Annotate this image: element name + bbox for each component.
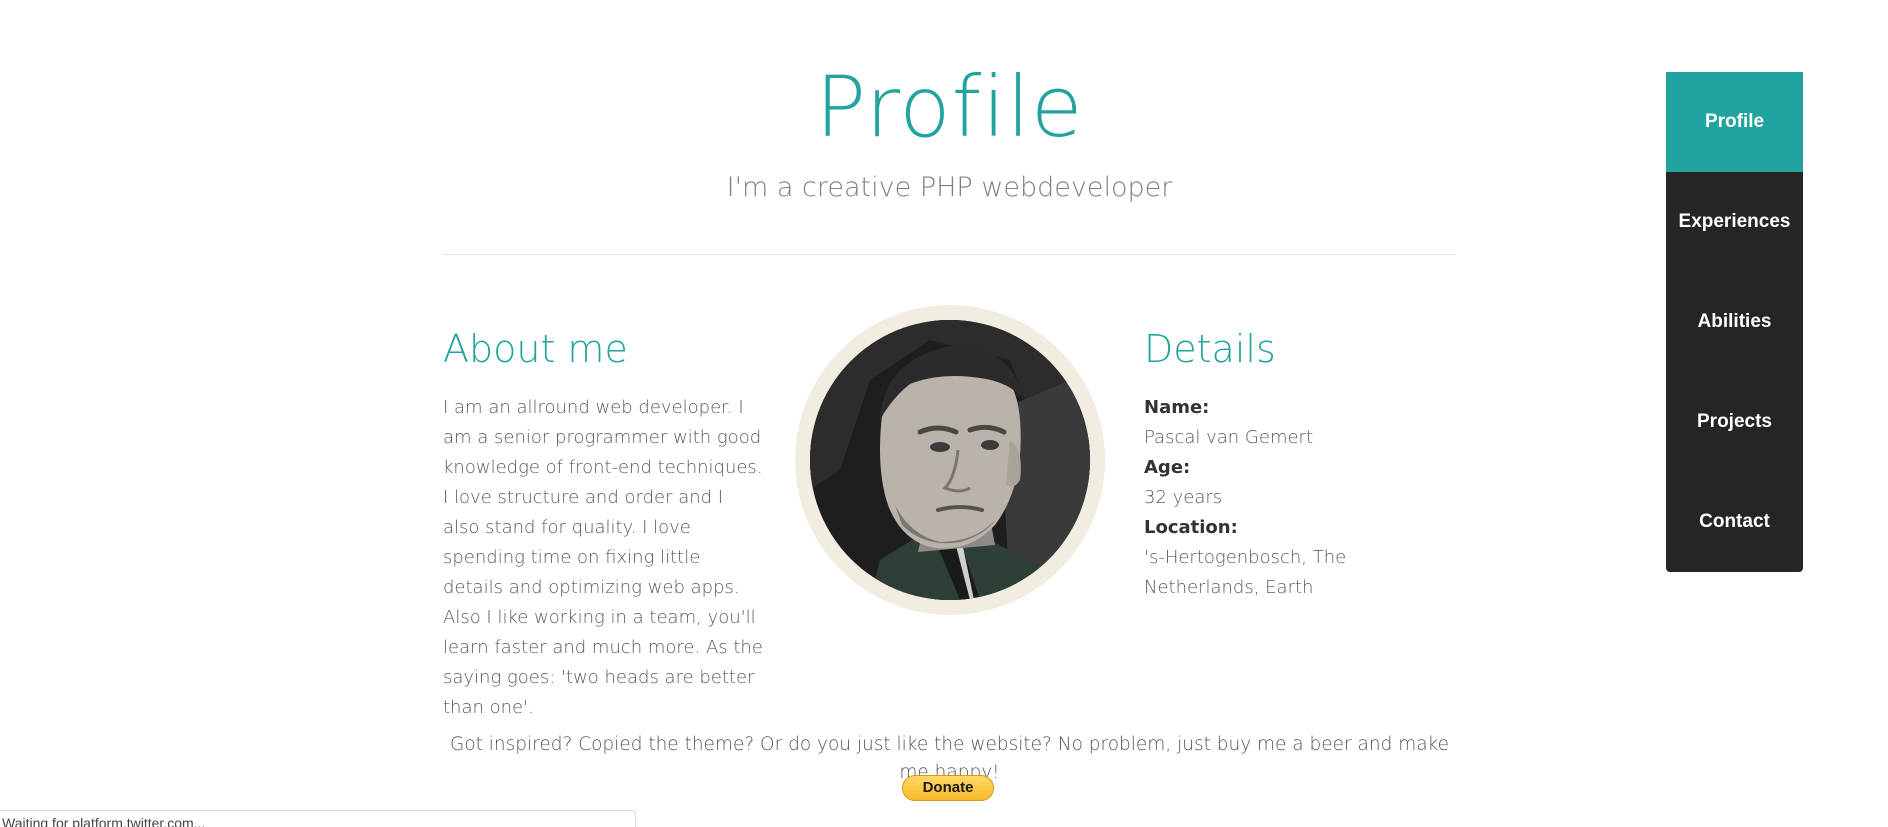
avatar-ring	[795, 305, 1105, 615]
location-label: Location:	[1144, 517, 1238, 538]
nav-item-profile[interactable]: Profile	[1666, 72, 1803, 172]
nav-item-abilities[interactable]: Abilities	[1666, 272, 1803, 372]
nav-item-projects[interactable]: Projects	[1666, 372, 1803, 472]
profile-page: Profile I'm a creative PHP webdeveloper …	[0, 0, 1888, 827]
details-list: Name: Pascal van Gemert Age: 32 years Lo…	[1144, 393, 1464, 603]
about-heading: About me	[443, 327, 628, 371]
section-divider	[443, 254, 1456, 255]
page-title: Profile	[815, 58, 1084, 156]
about-text: I am an allround web developer. I am a s…	[443, 397, 763, 718]
age-label: Age:	[1144, 457, 1191, 478]
page-subtitle: I'm a creative PHP webdeveloper	[726, 172, 1173, 203]
details-heading: Details	[1144, 327, 1276, 371]
age-value: 32 years	[1144, 487, 1223, 508]
nav-item-experiences[interactable]: Experiences	[1666, 172, 1803, 272]
name-label: Name:	[1144, 397, 1210, 418]
avatar-photo	[810, 320, 1090, 600]
side-navigation: Profile Experiences Abilities Projects C…	[1666, 72, 1803, 572]
name-value: Pascal van Gemert	[1144, 427, 1314, 448]
nav-item-contact[interactable]: Contact	[1666, 472, 1803, 572]
location-value: 's-Hertogenbosch, The Netherlands, Earth	[1144, 547, 1347, 598]
browser-status-bar: Waiting for platform.twitter.com...	[0, 810, 636, 827]
donate-button[interactable]: Donate	[902, 775, 994, 801]
